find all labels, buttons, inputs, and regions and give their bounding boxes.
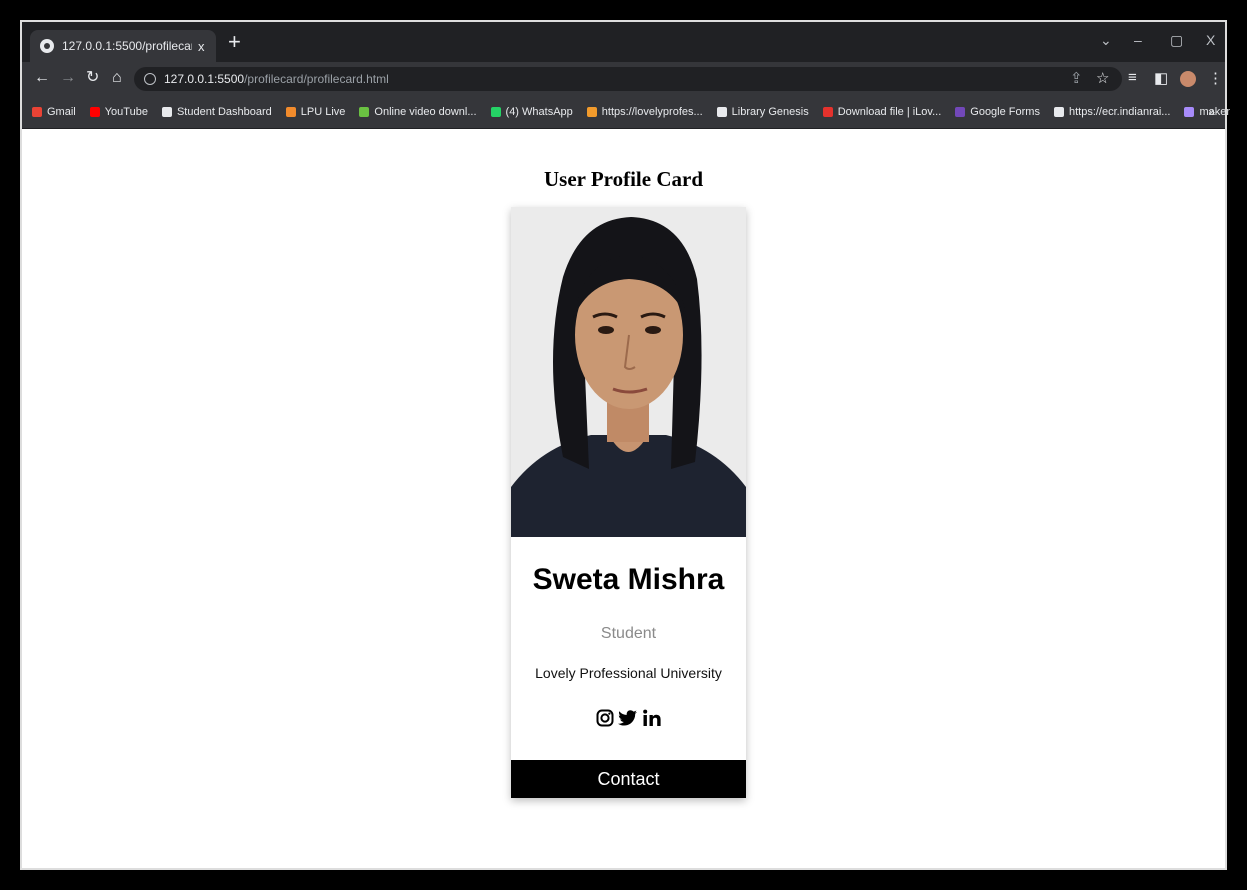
bookmark-icon (586, 107, 597, 117)
bookmark-label: https://lovelyprofes... (601, 106, 703, 118)
bookmark-label: LPU Live (300, 106, 346, 118)
bookmark-icon (490, 107, 501, 117)
browser-window: 127.0.0.1:5500/profilecard/profil x + ⌄ … (20, 20, 1230, 870)
browser-tab[interactable]: 127.0.0.1:5500/profilecard/profil x (30, 30, 216, 62)
forward-icon[interactable]: → (60, 69, 76, 87)
bookmarks-bar: Gmail YouTube Student Dashboard LPU Live… (22, 96, 1230, 129)
bookmark-icon (716, 107, 727, 117)
bookmark-item[interactable]: maker (1184, 106, 1230, 118)
bookmark-icon (161, 107, 172, 117)
bookmark-label: YouTube (104, 106, 148, 118)
bookmark-icon (955, 107, 966, 117)
bookmark-label: Student Dashboard (176, 106, 272, 118)
bookmark-label: Download file | iLov... (837, 106, 942, 118)
globe-icon (40, 39, 54, 53)
bookmark-icon (1053, 107, 1064, 117)
site-info-icon[interactable] (144, 73, 156, 85)
twitter-icon[interactable] (617, 709, 638, 727)
page-title: User Profile Card (543, 167, 704, 191)
browser-toolbar: ← → ↻ ⌂ 127.0.0.1:5500 /profilecard/prof… (22, 62, 1225, 96)
bookmark-icon (32, 107, 42, 117)
bookmark-label: Online video downl... (374, 106, 477, 118)
screenshot-frame: 127.0.0.1:5500/profilecard/profil x + ⌄ … (0, 0, 1247, 890)
address-bar[interactable]: 127.0.0.1:5500 /profilecard/profilecard.… (134, 67, 1122, 91)
bookmark-item[interactable]: https://lovelyprofes... (586, 106, 703, 118)
close-window-button[interactable]: X (1206, 32, 1215, 48)
reading-list-icon[interactable]: ≡ (1128, 69, 1137, 86)
tab-close-button[interactable]: x (198, 39, 205, 54)
reload-icon[interactable]: ↻ (86, 69, 99, 87)
bookmark-item[interactable]: Google Forms (955, 106, 1040, 118)
profile-card: Sweta Mishra Student Lovely Professional… (511, 207, 746, 798)
url-path: /profilecard/profilecard.html (244, 72, 389, 86)
bookmark-label: https://ecr.indianrai... (1068, 106, 1171, 118)
bookmark-star-icon[interactable]: ☆ (1096, 69, 1109, 87)
bookmark-item[interactable]: Student Dashboard (161, 106, 272, 118)
page-viewport: User Profile Card Sweta Mishra Student L… (22, 129, 1225, 868)
profile-university: Lovely Professional University (535, 665, 722, 681)
bookmark-icon (822, 107, 833, 117)
back-icon[interactable]: ← (34, 69, 50, 87)
social-links (511, 709, 746, 727)
bookmark-label: Gmail (47, 106, 76, 118)
bookmark-item[interactable]: Library Genesis (716, 106, 809, 118)
profile-role: Student (600, 625, 657, 642)
contact-button[interactable]: Contact (511, 760, 746, 798)
bookmark-item[interactable]: YouTube (89, 106, 148, 118)
avatar[interactable] (1180, 71, 1196, 87)
bookmark-item[interactable]: (4) WhatsApp (490, 106, 573, 118)
bookmark-icon (1184, 107, 1195, 117)
bookmark-icon (89, 107, 100, 117)
bookmark-icon (359, 107, 370, 117)
bookmark-item[interactable]: Download file | iLov... (822, 106, 942, 118)
bookmark-label: Google Forms (970, 106, 1040, 118)
home-icon[interactable]: ⌂ (112, 69, 122, 87)
bookmark-item[interactable]: Gmail (32, 106, 76, 118)
side-panel-icon[interactable]: ◧ (1154, 69, 1168, 87)
profile-photo-illustration (511, 207, 746, 537)
new-tab-button[interactable]: + (228, 31, 241, 53)
bookmark-item[interactable]: LPU Live (285, 106, 346, 118)
bookmarks-overflow-button[interactable]: » (1208, 105, 1215, 119)
bookmark-label: (4) WhatsApp (505, 106, 573, 118)
share-icon[interactable]: ⇪ (1070, 69, 1083, 87)
bookmark-item[interactable]: https://ecr.indianrai... (1053, 106, 1171, 118)
tab-bar: 127.0.0.1:5500/profilecard/profil x + ⌄ … (22, 22, 1225, 62)
instagram-icon[interactable] (596, 709, 614, 727)
bookmark-label: Library Genesis (731, 106, 809, 118)
tab-search-button[interactable]: ⌄ (1100, 32, 1112, 49)
profile-name: Sweta Mishra (532, 563, 725, 596)
tab-title: 127.0.0.1:5500/profilecard/profil (62, 39, 192, 53)
menu-icon[interactable]: ⋮ (1208, 69, 1223, 87)
linkedin-icon[interactable] (642, 709, 662, 727)
minimize-button[interactable]: – (1134, 32, 1142, 48)
url-host: 127.0.0.1:5500 (164, 72, 245, 86)
bookmark-item[interactable]: Online video downl... (359, 106, 477, 118)
profile-photo (511, 207, 746, 537)
restore-button[interactable]: ▢ (1170, 32, 1183, 49)
bookmark-icon (285, 107, 296, 117)
